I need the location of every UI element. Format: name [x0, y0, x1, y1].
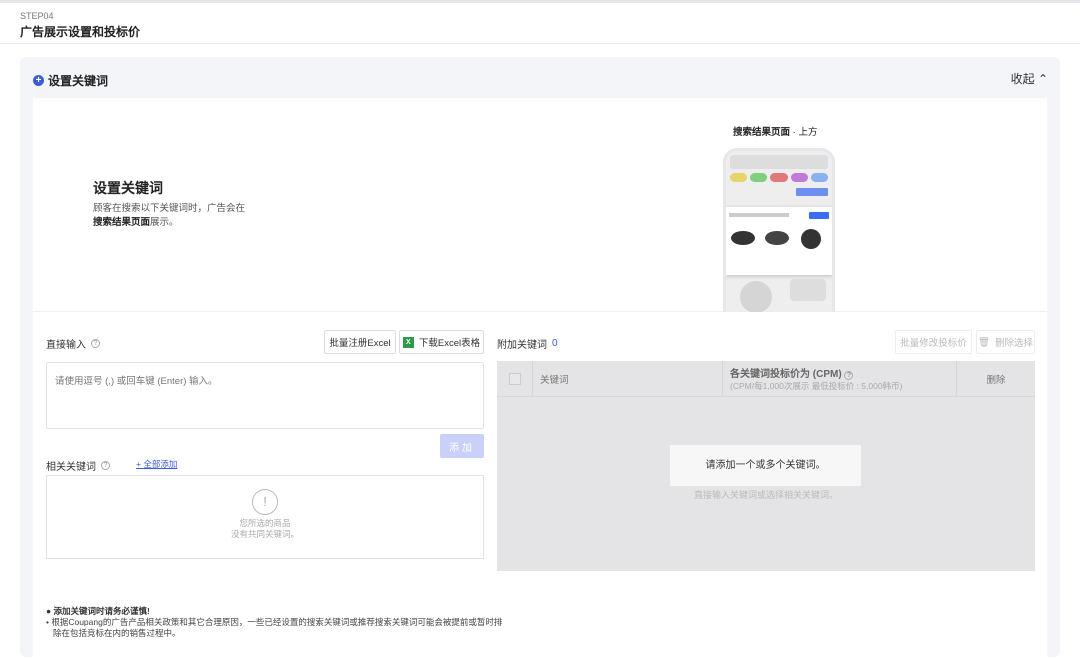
excel-icon: X: [402, 336, 414, 348]
keyword-count: 0: [552, 338, 558, 349]
help-icon[interactable]: ?: [91, 339, 100, 348]
help-icon[interactable]: ?: [101, 461, 110, 470]
illustration-desc: 顾客在搜索以下关键词时，广告会在 搜索结果页面展示。: [93, 202, 253, 230]
keyword-table: 关键词 各关键词投标价为 (CPM) ? (CPM/每1,000次展示 最低投标…: [497, 361, 1035, 571]
keyword-card: 设置关键词 顾客在搜索以下关键词时，广告会在 搜索结果页面展示。 搜索结果页面 ·…: [33, 98, 1047, 658]
related-empty-text: 您所选的商品: [239, 518, 291, 528]
desc-text: 顾客在搜索以下关键词时，广告会在: [93, 203, 246, 214]
plus-circle-icon: +: [33, 75, 44, 86]
related-keywords-section: 相关关键词? + 全部添加 ! 您所选的商品 没有共同关键词。: [46, 458, 484, 559]
direct-input-label: 直接输入?: [46, 336, 100, 351]
download-excel-label: 下载Excel表格: [418, 338, 481, 349]
bulk-bid-button[interactable]: 批量修改投标价: [895, 330, 972, 354]
related-empty-box: ! 您所选的商品 没有共同关键词。: [46, 475, 484, 559]
preview-label: 搜索结果页面 · 上方: [733, 124, 817, 138]
keyword-input[interactable]: [46, 362, 484, 429]
col-bid: 各关键词投标价为 (CPM) ? (CPM/每1,000次展示 最低投标价 : …: [723, 361, 957, 396]
select-all-checkbox[interactable]: [508, 372, 521, 385]
empty-message: 请添加一个或多个关键词。: [670, 445, 861, 486]
download-excel-button[interactable]: X 下载Excel表格: [399, 330, 484, 354]
step-label: STEP04: [20, 11, 54, 21]
added-label-text: 附加关键词: [497, 340, 547, 351]
related-empty-text-2: 没有共同关键词。: [230, 529, 299, 539]
col-bid-sub: (CPM/每1,000次展示 最低投标价 : 5,000韩币): [730, 381, 903, 391]
help-icon[interactable]: ?: [844, 371, 854, 380]
trash-icon: 🗑: [977, 336, 991, 348]
desc-text-2: 展示。: [150, 217, 179, 228]
notice-line: • 根据Coupang的广告产品相关政策和其它合理原因，一些已经设置的搜索关键词…: [46, 617, 503, 627]
add-button[interactable]: 添加: [440, 434, 484, 458]
keyword-panel: + 设置关键词 收起 ⌃ 设置关键词 顾客在搜索以下关键词时，广告会在 搜索结果页面…: [20, 57, 1060, 658]
preview-label-bold: 搜索结果页面: [733, 127, 791, 138]
illustration-title: 设置关键词: [93, 180, 163, 196]
info-icon: ●: [46, 606, 54, 616]
page-header: STEP04 广告展示设置和投标价: [0, 3, 1080, 44]
col-delete: 删除: [986, 374, 1006, 386]
preview-label-pos: · 上方: [790, 127, 818, 138]
col-bid-title: 各关键词投标价为 (CPM): [730, 369, 842, 380]
notice: ● 添加关键词时请务必谨慎! • 根据Coupang的广告产品相关政策和其它合理…: [46, 606, 502, 639]
notice-line-2: 除在包括竞标在内的销售过程中。: [53, 628, 181, 638]
related-label-text: 相关关键词: [46, 462, 96, 473]
illustration-section: 设置关键词 顾客在搜索以下关键词时，广告会在 搜索结果页面展示。 搜索结果页面 ·…: [33, 98, 1047, 312]
notice-title-text: 添加关键词时请务必谨慎!: [53, 606, 150, 616]
add-all-label: 全部添加: [143, 459, 178, 469]
select-all-cell: [497, 361, 533, 396]
delete-selected-label: 删除选择: [995, 338, 1034, 349]
added-keywords-label: 附加关键词 0: [497, 336, 558, 351]
empty-sub-message: 直接输入关键词或选择相关关键词。: [693, 490, 838, 500]
direct-input-label-text: 直接输入: [46, 340, 86, 351]
desc-bold: 搜索结果页面: [93, 217, 151, 228]
page-title: 广告展示设置和投标价: [20, 25, 141, 39]
add-all-link[interactable]: + 全部添加: [136, 458, 177, 470]
delete-selected-button[interactable]: 🗑 删除选择: [976, 330, 1035, 354]
panel-title-text: 设置关键词: [48, 74, 109, 88]
related-label: 相关关键词?: [46, 458, 484, 473]
table-header: 关键词 各关键词投标价为 (CPM) ? (CPM/每1,000次展示 最低投标…: [497, 361, 1035, 397]
exclamation-icon: !: [252, 489, 278, 515]
phone-preview-image: [723, 148, 835, 312]
collapse-button[interactable]: 收起 ⌃: [1011, 70, 1048, 87]
panel-title: + 设置关键词: [33, 72, 108, 89]
bulk-excel-button[interactable]: 批量注册Excel: [324, 330, 396, 354]
col-keyword: 关键词: [533, 361, 723, 396]
notice-title: ● 添加关键词时请务必谨慎!: [46, 606, 502, 617]
